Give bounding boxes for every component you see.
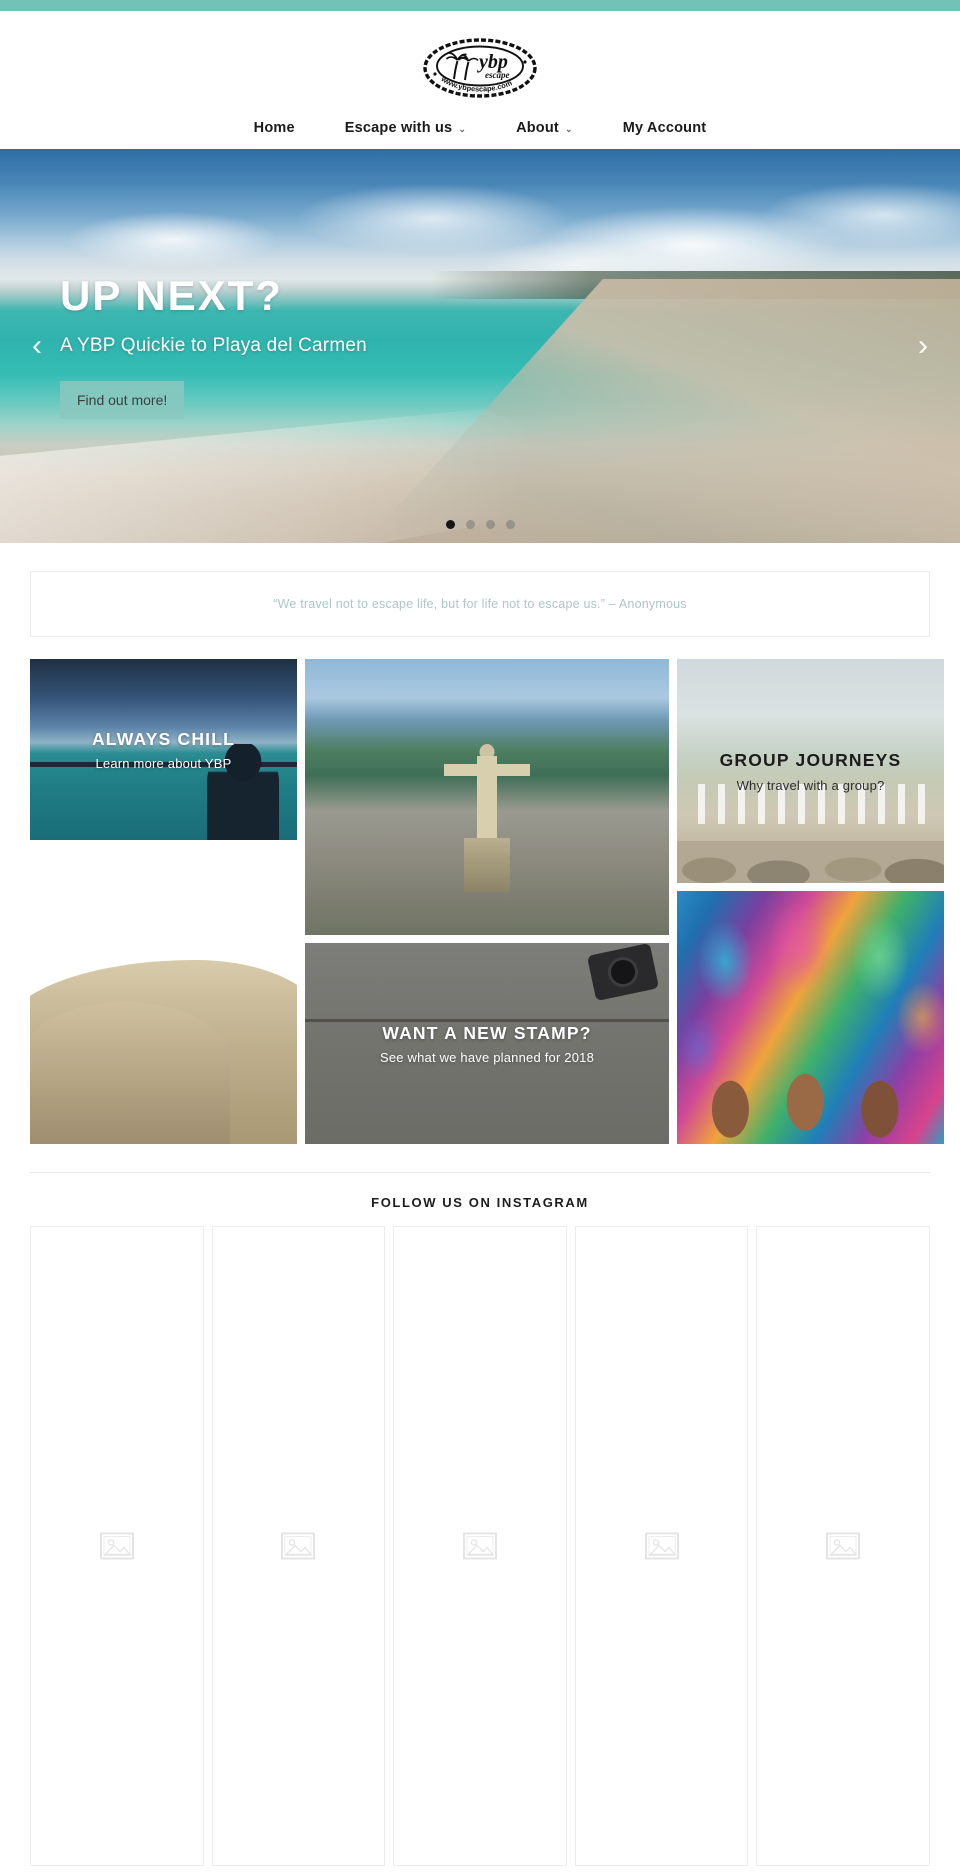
slider-next-arrow-icon[interactable]: › [908,331,938,361]
instagram-tile[interactable] [211,1226,386,1866]
svg-text:escape: escape [485,70,510,80]
hero-cta-button[interactable]: Find out more! [60,381,185,420]
carnival-dancers-decoration [677,1027,944,1144]
hero-content: UP NEXT? A YBP Quickie to Playa del Carm… [0,149,960,543]
tile-title: WANT A NEW STAMP? [382,1022,592,1043]
tile-caption: GROUP JOURNEYS Why travel with a group? [677,749,944,793]
instagram-grid [30,1226,930,1866]
quote-box: “We travel not to escape life, but for l… [30,571,930,637]
slider-dot-2[interactable] [465,520,475,529]
instagram-heading: FOLLOW US ON INSTAGRAM [371,1195,589,1210]
slider-dot-3[interactable] [485,520,495,529]
nav-label: Escape with us [344,120,453,136]
nav-label: About [516,120,559,136]
instagram-section: FOLLOW US ON INSTAGRAM [0,1172,960,1866]
instagram-tile[interactable] [574,1226,749,1866]
quote-text: “We travel not to escape life, but for l… [273,597,687,611]
mosaic-tile-rio[interactable] [305,659,669,935]
feature-mosaic: ALWAYS CHILL Learn more about YBP GROUP … [0,659,960,1144]
rocks-decoration [677,841,944,883]
nav-item-home[interactable]: Home [229,120,320,136]
instagram-tile[interactable] [756,1226,930,1866]
mosaic-tile-always-chill[interactable]: ALWAYS CHILL Learn more about YBP [30,659,297,840]
broken-image-icon [281,1532,316,1560]
tile-title: GROUP JOURNEYS [719,750,902,771]
christ-redeemer-decoration [443,742,531,892]
slider-prev-arrow-icon[interactable]: ‹ [22,331,52,361]
instagram-tile[interactable] [30,1226,204,1866]
chevron-down-icon: ⌄ [564,123,573,134]
top-accent-bar [0,0,960,11]
tile-title: ALWAYS CHILL [91,728,236,749]
nav-item-escape-with-us[interactable]: Escape with us ⌄ [320,120,491,136]
nav-item-my-account[interactable]: My Account [598,120,732,136]
nav-label: My Account [622,120,707,136]
gaudi-roof-decoration-2 [30,1001,231,1144]
ybp-escape-logo-icon: ybp escape www.ybpescape.com [421,36,539,100]
slider-pagination [0,520,960,529]
broken-image-icon [99,1532,134,1560]
mosaic-tile-group-journeys[interactable]: GROUP JOURNEYS Why travel with a group? [677,659,944,883]
broken-image-icon [462,1532,497,1560]
tile-subtitle: See what we have planned for 2018 [379,1050,595,1066]
tile-subtitle: Why travel with a group? [736,777,885,793]
slider-dot-4[interactable] [505,520,515,529]
tile-caption: ALWAYS CHILL Learn more about YBP [30,728,297,772]
mosaic-tile-carnival[interactable] [677,891,944,1144]
mosaic-tile-gaudi[interactable] [30,848,297,1144]
tile-caption: WANT A NEW STAMP? See what we have plann… [305,1022,669,1066]
quote-section: “We travel not to escape life, but for l… [0,543,960,659]
tile-subtitle: Learn more about YBP [95,756,232,772]
camera-decoration [586,943,660,1002]
broken-image-icon [644,1532,679,1560]
hero-subtitle: A YBP Quickie to Playa del Carmen [60,335,367,357]
chevron-down-icon: ⌄ [458,123,467,134]
broken-image-icon [826,1532,861,1560]
hero-title: UP NEXT? [60,271,283,319]
logo-link[interactable]: ybp escape www.ybpescape.com [0,29,960,107]
slider-dot-1[interactable] [445,520,455,529]
primary-navigation: Home Escape with us ⌄ About ⌄ My Account [0,107,960,149]
nav-label: Home [253,120,295,136]
hero-slider: UP NEXT? A YBP Quickie to Playa del Carm… [0,149,960,543]
instagram-tile[interactable] [393,1226,567,1866]
mosaic-tile-new-stamp[interactable]: WANT A NEW STAMP? See what we have plann… [305,943,669,1144]
site-header: ybp escape www.ybpescape.com Home Escape… [0,11,960,149]
nav-item-about[interactable]: About ⌄ [491,120,598,136]
